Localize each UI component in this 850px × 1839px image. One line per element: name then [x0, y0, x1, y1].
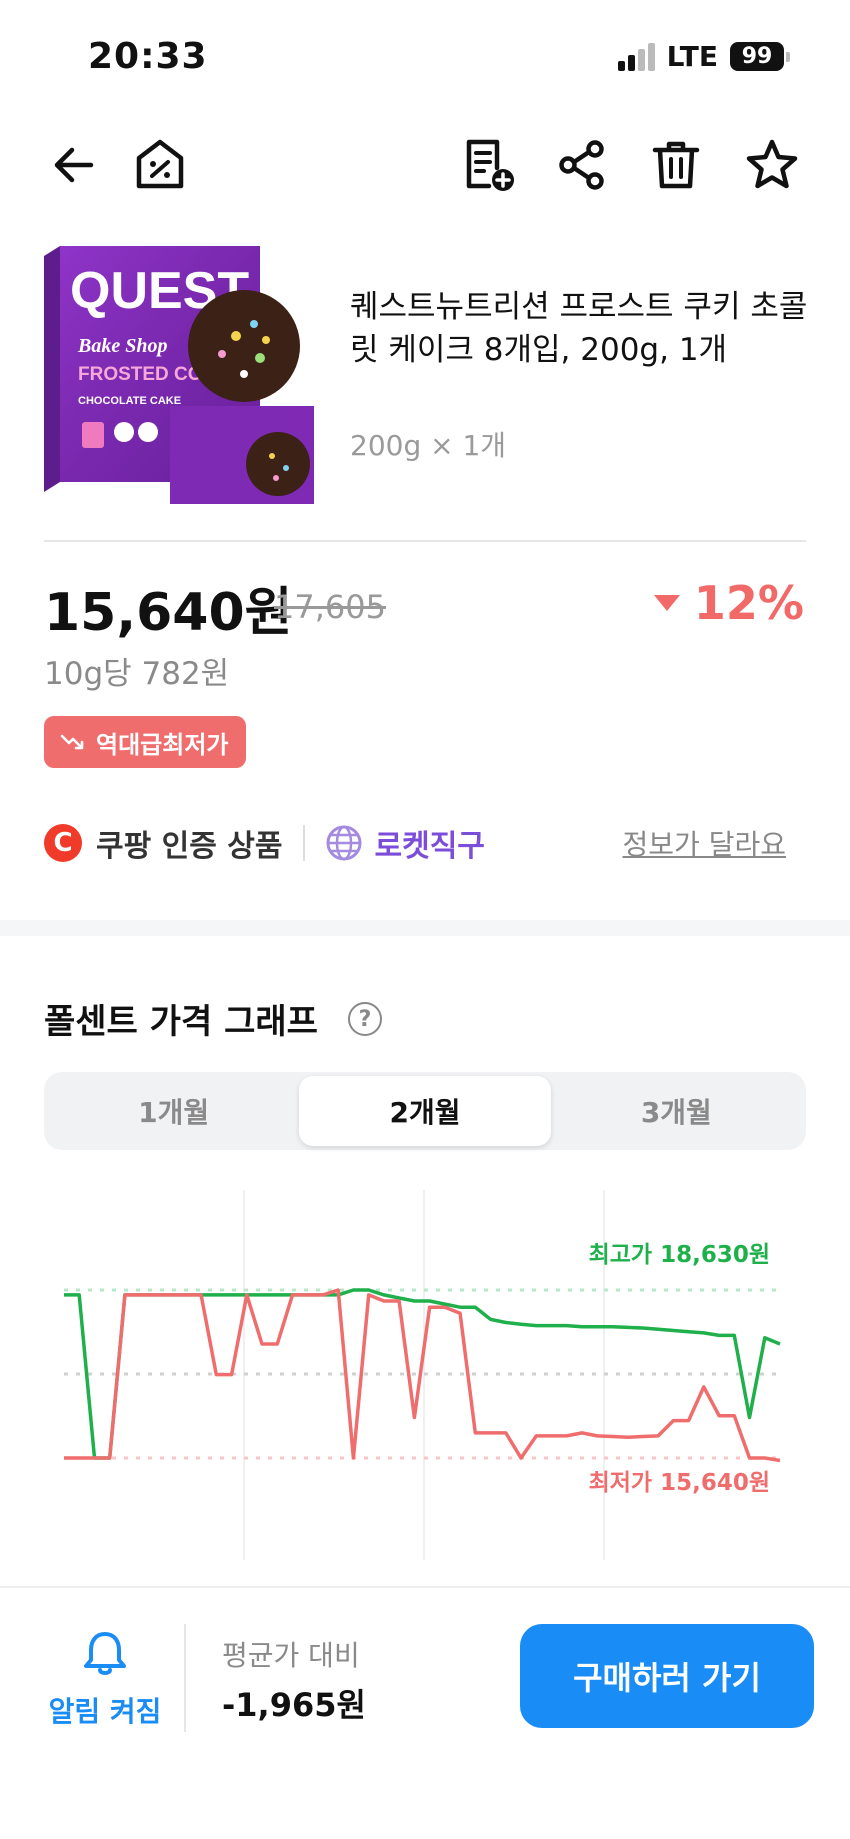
product-quantity: 200g × 1개	[350, 429, 507, 462]
image-line: Bake Shop	[77, 335, 167, 357]
rocket-direct-label: 로켓직구	[374, 829, 485, 864]
period-tabs: 1개월 2개월 3개월	[44, 1072, 806, 1150]
network-label: LTE	[666, 40, 718, 73]
trash-icon	[652, 141, 700, 189]
badge-label: 역대급최저가	[96, 730, 229, 759]
tab-3-month[interactable]: 3개월	[551, 1076, 802, 1146]
lowest-price-badge: 역대급최저가	[44, 716, 247, 768]
section-gap	[0, 920, 850, 936]
product-title: 퀘스트뉴트리션 프로스트 쿠키 초콜릿 케이크 8개입, 200g, 1개	[350, 289, 808, 368]
product-summary: QUEST Bake Shop FROSTED COOKIES CHOCOLAT…	[44, 246, 814, 506]
price-chart: 최고가 18,630원 최저가 15,640원	[64, 1190, 781, 1560]
separator	[302, 825, 305, 861]
add-to-list-button[interactable]	[456, 133, 520, 197]
share-icon	[559, 140, 604, 190]
toolbar	[0, 120, 850, 210]
delete-button[interactable]	[644, 133, 708, 197]
alarm-toggle[interactable]: 알림 켜짐	[40, 1628, 170, 1730]
avg-compare-label: 평균가 대비	[222, 1639, 360, 1672]
divider	[44, 540, 806, 542]
low-price-series	[64, 1288, 781, 1463]
alarm-label: 알림 켜짐	[48, 1695, 162, 1728]
list-add-icon	[466, 139, 514, 191]
original-price: 17,605	[274, 588, 386, 626]
discount-value: 12%	[693, 576, 804, 630]
current-price: 15,640원	[44, 583, 293, 643]
buy-button[interactable]: 구매하러 가기	[520, 1624, 814, 1728]
image-flavor: CHOCOLATE CAKE	[78, 395, 181, 407]
max-price-label: 최고가 18,630원	[589, 1242, 770, 1268]
share-button[interactable]	[550, 133, 614, 197]
coupang-icon: C	[44, 824, 82, 862]
status-indicators: LTE 99	[617, 40, 790, 73]
coupang-certified-label: 쿠팡 인증 상품	[96, 829, 283, 864]
tab-1-month[interactable]: 1개월	[48, 1076, 299, 1146]
status-time: 20:33	[88, 36, 208, 77]
battery-icon: 99	[730, 42, 790, 71]
battery-level: 99	[730, 42, 784, 71]
star-icon	[746, 139, 798, 189]
help-icon[interactable]: ?	[348, 1002, 382, 1036]
avg-compare-value: -1,965원	[222, 1686, 366, 1724]
signal-icon	[617, 42, 655, 71]
certification-row: C 쿠팡 인증 상품 로켓직구 정보가 달라요	[44, 818, 806, 868]
min-price-label: 최저가 15,640원	[589, 1470, 770, 1496]
deal-home-button[interactable]	[128, 133, 192, 197]
status-bar: 20:33 LTE 99	[0, 0, 850, 110]
back-button[interactable]	[42, 133, 106, 197]
separator	[184, 1624, 186, 1732]
favorite-button[interactable]	[740, 133, 804, 197]
trend-down-icon	[60, 734, 84, 750]
percent-house-icon	[136, 139, 184, 189]
down-triangle-icon	[653, 595, 680, 611]
product-image[interactable]: QUEST Bake Shop FROSTED COOKIES CHOCOLAT…	[44, 246, 314, 506]
arrow-left-icon	[54, 147, 94, 183]
globe-icon	[326, 825, 361, 861]
unit-price: 10g당 782원	[44, 656, 230, 692]
graph-title: 폴센트 가격 그래프	[44, 1002, 318, 1042]
report-info-link[interactable]: 정보가 달라요	[623, 823, 786, 863]
discount-rate: 12%	[653, 576, 804, 630]
bell-icon	[84, 1632, 126, 1675]
bottom-bar: 알림 켜짐 평균가 대비 -1,965원 구매하러 가기	[0, 1588, 850, 1839]
tab-2-month[interactable]: 2개월	[299, 1076, 551, 1146]
